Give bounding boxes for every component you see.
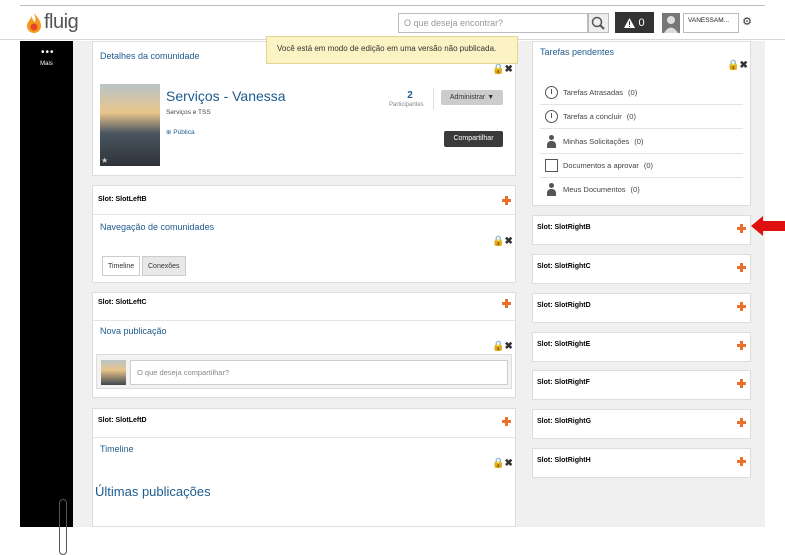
close-icon[interactable]: ✖: [739, 60, 747, 71]
slot-label: Slot: SlotRightG: [537, 418, 592, 425]
panel-title: Detalhes da comunidade: [100, 51, 200, 61]
divider: [540, 104, 743, 105]
widget-title: Navegação de comunidades: [100, 222, 215, 232]
community-subtitle: Serviços e TSS: [166, 109, 211, 116]
edit-mode-notice: Você está em modo de edição em uma versã…: [266, 36, 518, 64]
participants-label: Participantes: [389, 102, 424, 108]
task-late[interactable]: Tarefas Atrasadas (0): [545, 86, 637, 99]
alert-count: 0: [638, 16, 645, 29]
more-dots-icon[interactable]: •••: [41, 48, 55, 58]
widget-tools: 🔒✖: [492, 458, 513, 469]
add-widget-icon[interactable]: [502, 417, 511, 426]
panel-tools: 🔒✖: [727, 60, 748, 71]
latest-posts-heading: Últimas publicações: [95, 484, 211, 499]
slot-label: Slot: SlotLeftC: [98, 299, 147, 306]
add-widget-icon[interactable]: [737, 263, 746, 272]
slot-label: Slot: SlotRightE: [537, 341, 591, 348]
slot-label: Slot: SlotRightD: [537, 302, 591, 309]
slot-label: Slot: SlotRightH: [537, 457, 591, 464]
add-widget-icon[interactable]: [737, 418, 746, 427]
community-name: Serviços - Vanessa: [166, 88, 286, 104]
pending-tasks-panel: [532, 41, 751, 206]
task-todo[interactable]: Tarefas a concluir (0): [545, 110, 636, 123]
lock-icon[interactable]: 🔒: [492, 458, 504, 469]
community-visibility: ⊕ Pública: [166, 129, 195, 136]
lock-icon[interactable]: 🔒: [492, 236, 504, 247]
task-requests[interactable]: Minhas Solicitações (0): [545, 135, 643, 148]
divider: [93, 214, 515, 215]
lock-icon[interactable]: 🔒: [492, 64, 504, 75]
close-icon[interactable]: ✖: [504, 64, 512, 75]
sidebar-scrollbar[interactable]: [59, 499, 67, 555]
logo-text: fluig: [44, 11, 79, 33]
widget-tools: 🔒✖: [492, 236, 513, 247]
globe-icon: ⊕: [166, 129, 172, 136]
star-icon[interactable]: ★: [101, 156, 108, 165]
divider: [540, 128, 743, 129]
widget-title: Timeline: [100, 444, 134, 454]
search-button[interactable]: [588, 13, 609, 33]
person-icon: [545, 135, 558, 148]
fluig-logo[interactable]: fluig: [26, 11, 79, 34]
share-button[interactable]: Compartilhar: [444, 131, 503, 147]
admin-button[interactable]: Administrar ▼: [441, 90, 503, 105]
lock-icon[interactable]: 🔒: [492, 341, 504, 352]
flame-icon: [26, 12, 42, 34]
widget-tools: 🔒✖: [492, 341, 513, 352]
user-avatar[interactable]: [662, 13, 680, 33]
panel-title: Tarefas pendentes: [540, 47, 615, 57]
sidebar-more-label[interactable]: Mais: [20, 61, 73, 67]
top-bar: fluig O que deseja encontrar? 0 VANESSAM…: [0, 0, 785, 40]
close-icon[interactable]: ✖: [504, 341, 512, 352]
left-sidebar: ••• Mais: [20, 41, 73, 555]
user-menu[interactable]: VANESSAM...: [683, 13, 739, 33]
gear-icon[interactable]: ⚙: [740, 15, 754, 29]
top-divider: [20, 5, 765, 6]
widget-title: Nova publicação: [100, 326, 167, 336]
add-widget-icon[interactable]: [737, 341, 746, 350]
slot-label: Slot: SlotRightF: [537, 379, 590, 386]
add-widget-icon[interactable]: [502, 299, 511, 308]
slot-label: Slot: SlotRightB: [537, 224, 591, 231]
alerts-button[interactable]: 0: [615, 12, 654, 33]
person-icon: [545, 183, 558, 196]
search-input[interactable]: O que deseja encontrar?: [398, 13, 588, 33]
document-check-icon: [545, 159, 558, 172]
slot-label: Slot: SlotLeftB: [98, 196, 147, 203]
divider: [93, 437, 515, 438]
slot-left-d-panel: [92, 408, 516, 527]
task-my-docs[interactable]: Meus Documentos (0): [545, 183, 640, 196]
red-arrow-annotation: [751, 216, 785, 236]
add-widget-icon[interactable]: [737, 379, 746, 388]
slot-label: Slot: SlotLeftD: [98, 417, 147, 424]
slot-label: Slot: SlotRightC: [537, 263, 591, 270]
close-icon[interactable]: ✖: [504, 458, 512, 469]
add-widget-icon[interactable]: [737, 457, 746, 466]
divider: [433, 88, 434, 110]
close-icon[interactable]: ✖: [504, 236, 512, 247]
panel-tools: 🔒✖: [492, 64, 513, 75]
task-docs-approve[interactable]: Documentos a aprovar (0): [545, 159, 653, 172]
divider: [540, 177, 743, 178]
clock-icon: [545, 110, 558, 123]
warning-icon: [624, 17, 636, 28]
add-widget-icon[interactable]: [502, 196, 511, 205]
lock-icon[interactable]: 🔒: [727, 60, 739, 71]
search-icon: [591, 16, 605, 30]
divider: [540, 153, 743, 154]
add-widget-icon[interactable]: [737, 302, 746, 311]
divider: [93, 320, 515, 321]
tab-timeline[interactable]: Timeline: [102, 256, 141, 276]
participants-count[interactable]: 2: [400, 90, 420, 101]
tab-conexoes[interactable]: Conexões: [142, 256, 186, 276]
clock-icon: [545, 86, 558, 99]
compose-input[interactable]: O que deseja compartilhar?: [130, 360, 508, 385]
add-widget-icon[interactable]: [737, 224, 746, 233]
compose-avatar: [101, 360, 126, 385]
community-image: [100, 84, 160, 166]
